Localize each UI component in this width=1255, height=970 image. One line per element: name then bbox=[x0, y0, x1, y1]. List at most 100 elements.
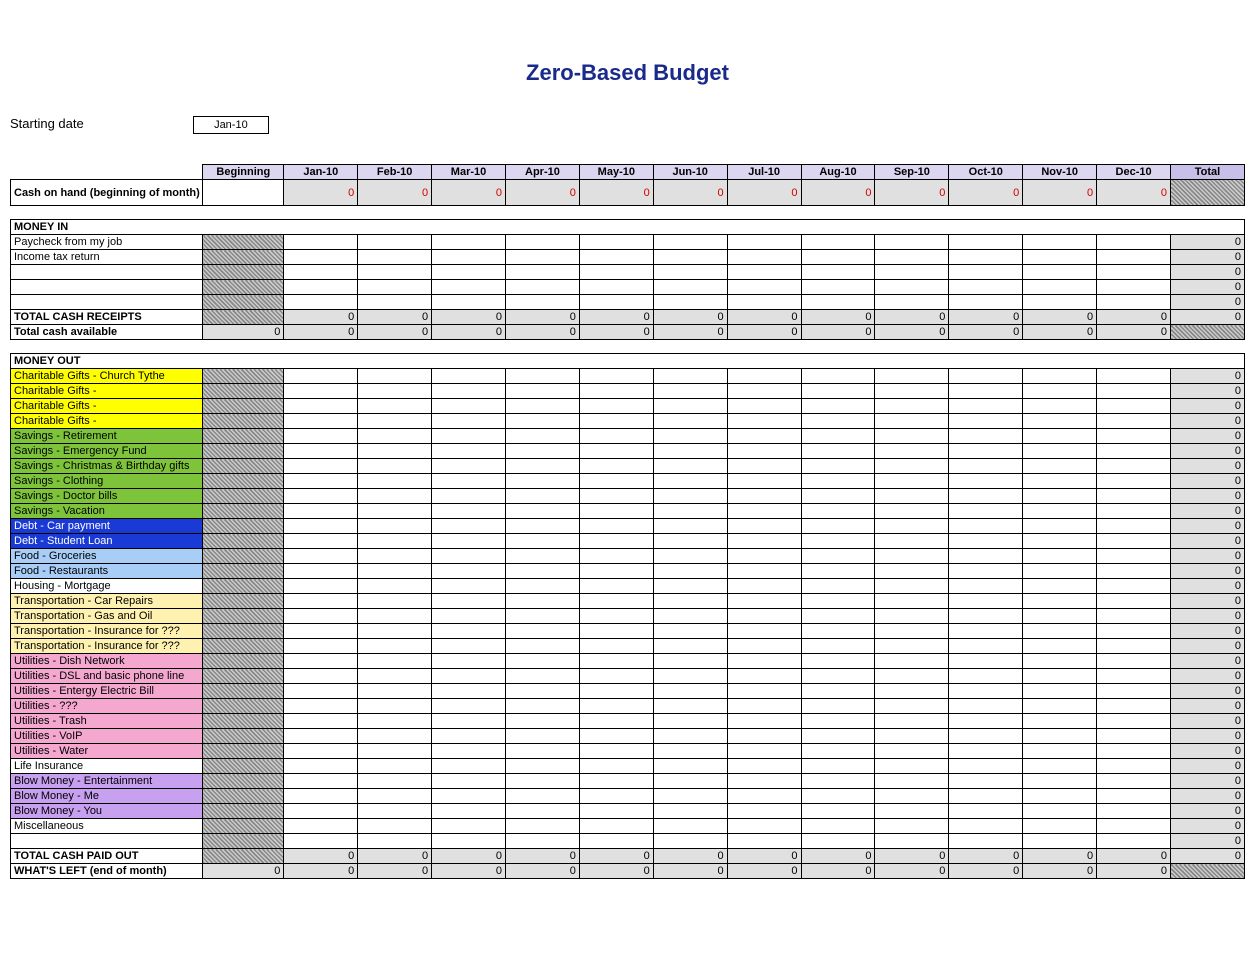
expense-label[interactable]: Savings - Doctor bills bbox=[11, 489, 203, 504]
cell[interactable] bbox=[358, 250, 432, 265]
cell[interactable] bbox=[358, 729, 432, 744]
cell[interactable] bbox=[1097, 594, 1171, 609]
cell[interactable] bbox=[579, 280, 653, 295]
cell[interactable] bbox=[1023, 504, 1097, 519]
cell[interactable] bbox=[505, 789, 579, 804]
cell[interactable] bbox=[1023, 819, 1097, 834]
cell[interactable] bbox=[1023, 669, 1097, 684]
cell[interactable] bbox=[727, 459, 801, 474]
cell[interactable] bbox=[949, 834, 1023, 849]
cell[interactable] bbox=[653, 369, 727, 384]
cell[interactable] bbox=[801, 384, 875, 399]
cell[interactable] bbox=[505, 489, 579, 504]
cell[interactable] bbox=[579, 534, 653, 549]
cell[interactable] bbox=[727, 624, 801, 639]
cell[interactable] bbox=[801, 624, 875, 639]
cell[interactable] bbox=[1097, 819, 1171, 834]
cell[interactable] bbox=[875, 609, 949, 624]
cell[interactable] bbox=[505, 819, 579, 834]
cell[interactable] bbox=[949, 624, 1023, 639]
cell[interactable] bbox=[1023, 474, 1097, 489]
expense-label[interactable] bbox=[11, 834, 203, 849]
cell[interactable] bbox=[875, 699, 949, 714]
cell[interactable] bbox=[432, 474, 506, 489]
cell[interactable] bbox=[875, 669, 949, 684]
cell[interactable] bbox=[653, 280, 727, 295]
cell[interactable] bbox=[505, 250, 579, 265]
cell[interactable] bbox=[1097, 744, 1171, 759]
cell[interactable] bbox=[505, 474, 579, 489]
cell[interactable] bbox=[358, 429, 432, 444]
cell[interactable] bbox=[653, 414, 727, 429]
cell[interactable] bbox=[432, 459, 506, 474]
cell[interactable] bbox=[801, 714, 875, 729]
expense-label[interactable]: Charitable Gifts - bbox=[11, 414, 203, 429]
cell[interactable] bbox=[358, 519, 432, 534]
cell[interactable] bbox=[727, 280, 801, 295]
cell[interactable] bbox=[727, 729, 801, 744]
expense-label[interactable]: Food - Restaurants bbox=[11, 564, 203, 579]
cell[interactable] bbox=[579, 654, 653, 669]
cell[interactable]: 0 bbox=[432, 180, 506, 206]
cell[interactable] bbox=[284, 594, 358, 609]
cell[interactable] bbox=[1097, 519, 1171, 534]
cell[interactable] bbox=[653, 564, 727, 579]
cell[interactable] bbox=[1097, 250, 1171, 265]
cell[interactable] bbox=[801, 699, 875, 714]
expense-label[interactable]: Utilities - Trash bbox=[11, 714, 203, 729]
cell[interactable] bbox=[358, 804, 432, 819]
cell[interactable] bbox=[432, 414, 506, 429]
cell[interactable] bbox=[875, 579, 949, 594]
cell[interactable] bbox=[284, 369, 358, 384]
cell[interactable] bbox=[727, 684, 801, 699]
cell[interactable] bbox=[727, 399, 801, 414]
cell[interactable] bbox=[505, 549, 579, 564]
expense-label[interactable]: Utilities - VoIP bbox=[11, 729, 203, 744]
cell[interactable] bbox=[358, 444, 432, 459]
cell[interactable]: 0 bbox=[284, 180, 358, 206]
cell[interactable] bbox=[1097, 534, 1171, 549]
expense-label[interactable]: Charitable Gifts - bbox=[11, 384, 203, 399]
cell[interactable] bbox=[505, 369, 579, 384]
cell[interactable] bbox=[949, 744, 1023, 759]
cell[interactable] bbox=[358, 624, 432, 639]
cell[interactable] bbox=[1097, 609, 1171, 624]
income-label[interactable] bbox=[11, 265, 203, 280]
cell[interactable] bbox=[653, 834, 727, 849]
cell[interactable] bbox=[1023, 384, 1097, 399]
cell[interactable] bbox=[653, 250, 727, 265]
cell[interactable] bbox=[1097, 579, 1171, 594]
cell[interactable] bbox=[801, 519, 875, 534]
cell[interactable] bbox=[358, 489, 432, 504]
cell[interactable] bbox=[727, 819, 801, 834]
cell[interactable] bbox=[875, 774, 949, 789]
expense-label[interactable]: Savings - Vacation bbox=[11, 504, 203, 519]
cell[interactable] bbox=[505, 429, 579, 444]
cell[interactable] bbox=[579, 384, 653, 399]
cell[interactable] bbox=[875, 729, 949, 744]
cell[interactable] bbox=[949, 729, 1023, 744]
cell[interactable] bbox=[579, 639, 653, 654]
cell[interactable] bbox=[949, 489, 1023, 504]
cell[interactable] bbox=[727, 759, 801, 774]
cell[interactable] bbox=[727, 594, 801, 609]
cell[interactable] bbox=[1097, 504, 1171, 519]
cell[interactable] bbox=[358, 549, 432, 564]
cell[interactable] bbox=[875, 474, 949, 489]
cell[interactable] bbox=[653, 744, 727, 759]
cell[interactable] bbox=[432, 744, 506, 759]
cell[interactable] bbox=[284, 265, 358, 280]
cell[interactable] bbox=[801, 834, 875, 849]
cell[interactable] bbox=[284, 729, 358, 744]
cell[interactable] bbox=[505, 699, 579, 714]
cell[interactable] bbox=[1097, 399, 1171, 414]
expense-label[interactable]: Transportation - Gas and Oil bbox=[11, 609, 203, 624]
cell[interactable] bbox=[949, 504, 1023, 519]
cell[interactable] bbox=[949, 789, 1023, 804]
cell[interactable] bbox=[727, 250, 801, 265]
cell[interactable] bbox=[284, 235, 358, 250]
cell[interactable] bbox=[875, 295, 949, 310]
cell[interactable] bbox=[801, 429, 875, 444]
cell[interactable] bbox=[653, 295, 727, 310]
cell[interactable] bbox=[727, 654, 801, 669]
